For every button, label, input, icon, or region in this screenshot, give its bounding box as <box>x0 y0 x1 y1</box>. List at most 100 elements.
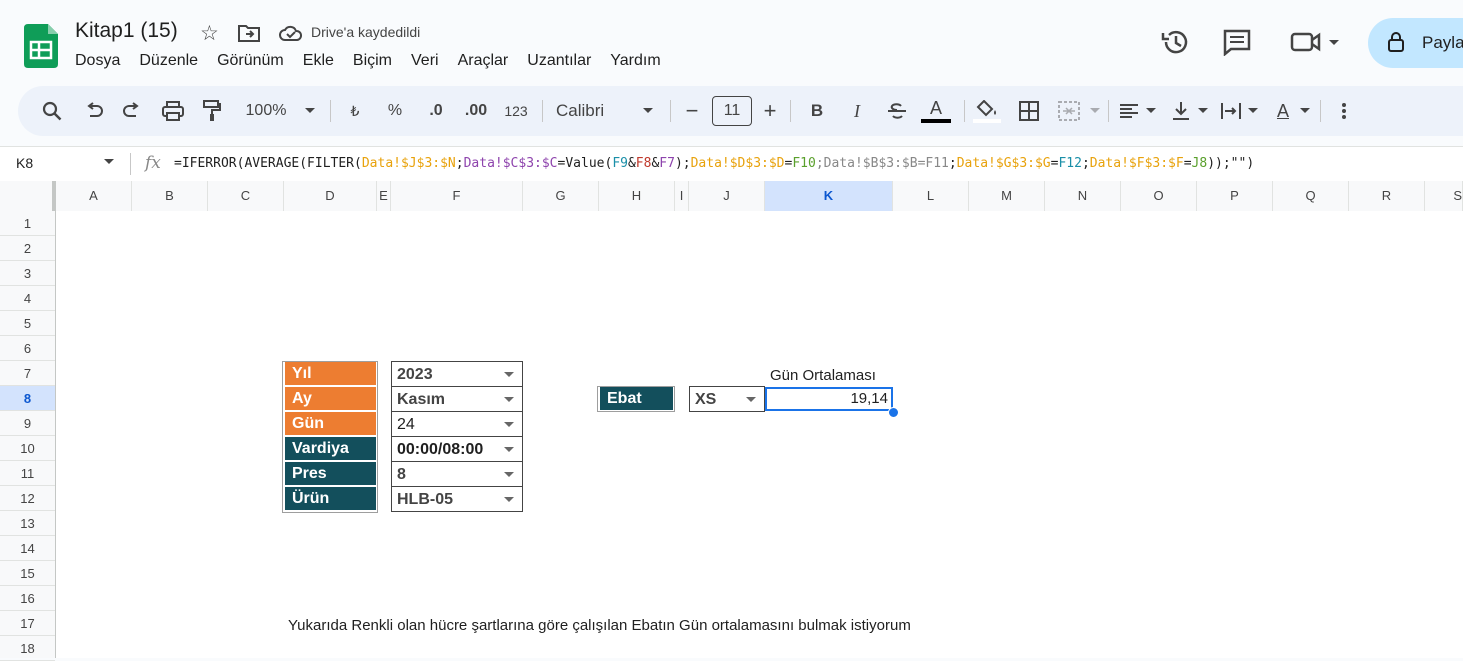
font-size-input[interactable]: 11 <box>712 96 752 126</box>
column-header[interactable]: M <box>969 181 1045 211</box>
version-history-icon[interactable] <box>1160 28 1190 56</box>
row-header[interactable]: 7 <box>0 361 55 386</box>
chevron-down-icon[interactable] <box>1298 86 1312 136</box>
row-header[interactable]: 18 <box>0 636 55 661</box>
select-all-corner[interactable] <box>0 181 56 211</box>
column-header[interactable]: J <box>689 181 765 211</box>
row-header[interactable]: 12 <box>0 486 55 511</box>
column-header[interactable]: R <box>1349 181 1425 211</box>
menu-format[interactable]: Biçim <box>353 52 392 70</box>
chevron-down-icon[interactable] <box>504 422 514 427</box>
comments-icon[interactable] <box>1222 28 1252 56</box>
dropdown-size[interactable]: XS <box>689 386 765 412</box>
paint-format-icon[interactable] <box>198 86 226 136</box>
dropdown-month[interactable]: Kasım <box>392 387 522 412</box>
column-header[interactable]: C <box>208 181 284 211</box>
menu-tools[interactable]: Araçlar <box>458 52 509 70</box>
result-header[interactable]: Gün Ortalaması <box>770 367 876 384</box>
column-header-selected[interactable]: K <box>765 181 893 211</box>
undo-icon[interactable] <box>80 86 108 136</box>
chevron-down-icon[interactable] <box>1246 86 1260 136</box>
column-header[interactable]: P <box>1197 181 1273 211</box>
menu-extensions[interactable]: Uzantılar <box>527 52 591 70</box>
column-header[interactable]: E <box>377 181 391 211</box>
dropdown-product[interactable]: HLB-05 <box>392 487 522 511</box>
row-header[interactable]: 17 <box>0 611 55 636</box>
chevron-down-icon[interactable] <box>1196 86 1210 136</box>
row-header[interactable]: 15 <box>0 561 55 586</box>
chevron-down-icon[interactable] <box>1088 86 1102 136</box>
chevron-down-icon[interactable] <box>1144 86 1158 136</box>
note-cell[interactable]: Yukarıda Renkli olan hücre şartlarına gö… <box>288 617 911 634</box>
number-format-button[interactable]: 123 <box>502 86 530 136</box>
row-header[interactable]: 6 <box>0 336 55 361</box>
chevron-down-icon[interactable] <box>504 497 514 502</box>
column-header[interactable]: I <box>675 181 689 211</box>
chevron-down-icon[interactable] <box>504 472 514 477</box>
chevron-down-icon[interactable] <box>504 397 514 402</box>
menu-data[interactable]: Veri <box>411 52 439 70</box>
merge-cells-icon[interactable] <box>1056 86 1082 136</box>
fill-handle[interactable] <box>888 407 899 418</box>
column-header[interactable]: O <box>1121 181 1197 211</box>
increase-decimal-button[interactable]: .00 <box>460 86 492 136</box>
chevron-down-icon[interactable] <box>640 86 656 136</box>
row-header[interactable]: 11 <box>0 461 55 486</box>
row-header[interactable]: 1 <box>0 211 55 236</box>
print-icon[interactable] <box>159 86 187 136</box>
column-header[interactable]: S <box>1425 181 1463 211</box>
row-header[interactable]: 13 <box>0 511 55 536</box>
strikethrough-icon[interactable] <box>884 86 910 136</box>
row-header[interactable]: 4 <box>0 286 55 311</box>
menu-edit[interactable]: Düzenle <box>139 52 198 70</box>
italic-button[interactable]: I <box>846 86 868 136</box>
menu-view[interactable]: Görünüm <box>217 52 284 70</box>
more-options-icon[interactable] <box>1334 86 1354 136</box>
fill-color-icon[interactable] <box>972 86 1002 136</box>
column-header[interactable]: D <box>284 181 377 211</box>
menu-file[interactable]: Dosya <box>75 52 120 70</box>
label-cell-shift[interactable]: Vardiya <box>285 437 376 460</box>
chevron-down-icon[interactable] <box>504 372 514 377</box>
menu-insert[interactable]: Ekle <box>303 52 334 70</box>
row-header[interactable]: 9 <box>0 411 55 436</box>
share-button[interactable]: Payla <box>1368 18 1463 68</box>
label-cell-product[interactable]: Ürün <box>285 487 376 510</box>
decrease-font-size-button[interactable]: − <box>682 86 702 136</box>
bold-button[interactable]: B <box>806 86 828 136</box>
dropdown-shift[interactable]: 00:00/08:00 <box>392 437 522 462</box>
column-header[interactable]: L <box>893 181 969 211</box>
move-folder-icon[interactable] <box>238 24 260 42</box>
row-header[interactable]: 5 <box>0 311 55 336</box>
column-header[interactable]: G <box>523 181 599 211</box>
label-cell-month[interactable]: Ay <box>285 387 376 410</box>
column-header[interactable]: F <box>391 181 523 211</box>
selected-cell-k8[interactable]: 19,14 <box>765 387 893 411</box>
row-header[interactable]: 2 <box>0 236 55 261</box>
chevron-down-icon[interactable] <box>746 397 756 402</box>
decrease-decimal-button[interactable]: .0 <box>422 86 450 136</box>
font-family-select[interactable]: Calibri <box>556 86 616 136</box>
row-header-selected[interactable]: 8 <box>0 386 55 411</box>
column-header[interactable]: Q <box>1273 181 1349 211</box>
chevron-down-icon[interactable] <box>504 447 514 452</box>
document-title[interactable]: Kitap1 (15) <box>75 19 178 43</box>
row-header[interactable]: 16 <box>0 586 55 611</box>
row-header[interactable]: 14 <box>0 536 55 561</box>
cloud-saved-icon[interactable] <box>279 25 303 41</box>
label-cell-year[interactable]: Yıl <box>285 362 376 385</box>
meet-camera-icon[interactable] <box>1290 30 1340 54</box>
menu-help[interactable]: Yardım <box>610 52 660 70</box>
zoom-select[interactable]: 100% <box>236 86 296 136</box>
dropdown-press[interactable]: 8 <box>392 462 522 487</box>
dropdown-year[interactable]: 2023 <box>392 362 522 387</box>
search-icon[interactable] <box>38 86 66 136</box>
percent-format-button[interactable]: % <box>384 86 406 136</box>
label-cell-size[interactable]: Ebat <box>600 387 673 410</box>
label-cell-press[interactable]: Pres <box>285 462 376 485</box>
column-header[interactable]: A <box>56 181 132 211</box>
label-cell-day[interactable]: Gün <box>285 412 376 435</box>
horizontal-align-icon[interactable] <box>1116 86 1142 136</box>
text-rotation-button[interactable]: A <box>1270 86 1296 136</box>
text-wrap-icon[interactable] <box>1218 86 1244 136</box>
